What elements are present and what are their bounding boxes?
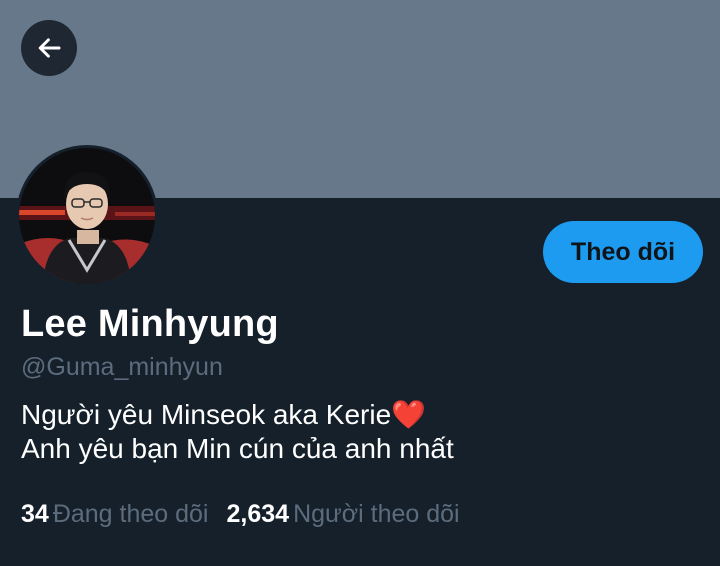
followers-link[interactable]: 2,634 Người theo dõi (227, 500, 460, 528)
followers-label: Người theo dõi (293, 500, 460, 528)
display-name: Lee Minhyung (21, 303, 279, 345)
user-handle: @Guma_minhyun (21, 353, 223, 381)
bio-line-2: Anh yêu bạn Min cún của anh nhất (21, 433, 454, 464)
follow-button[interactable]: Theo dõi (543, 221, 703, 283)
arrow-left-icon (38, 38, 61, 58)
bio: Người yêu Minseok aka Kerie❤️ Anh yêu bạ… (21, 398, 454, 466)
profile-stats: 34 Đang theo dõi 2,634 Người theo dõi (21, 500, 460, 529)
avatar-photo (19, 148, 155, 284)
following-count: 34 (21, 500, 49, 528)
avatar[interactable] (16, 145, 158, 287)
bio-text-1: Người yêu Minseok aka Kerie (21, 399, 392, 430)
bio-line-1: Người yêu Minseok aka Kerie❤️ (21, 398, 454, 432)
following-link[interactable]: 34 Đang theo dõi (21, 500, 209, 528)
heart-emoji-icon: ❤️ (391, 399, 427, 430)
following-label: Đang theo dõi (52, 500, 209, 528)
followers-count: 2,634 (226, 500, 290, 528)
back-button[interactable] (21, 20, 77, 76)
